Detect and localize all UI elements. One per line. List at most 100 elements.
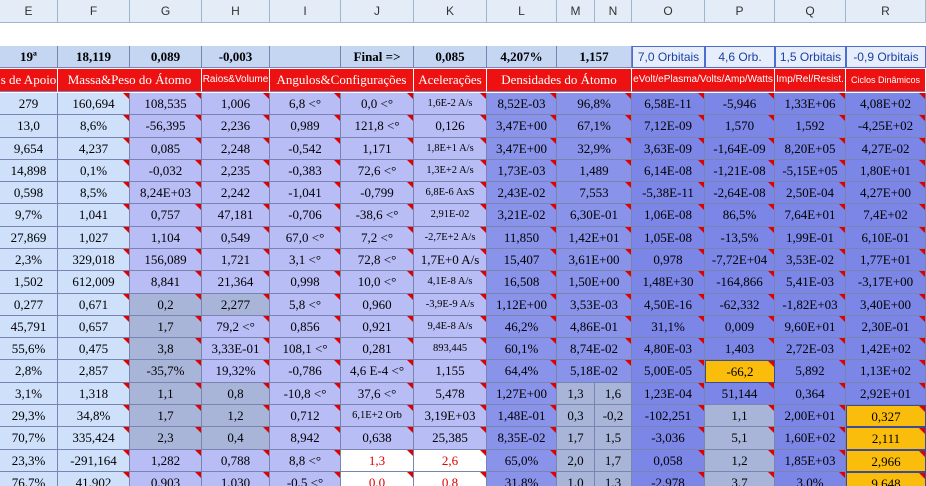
comment-indicator-icon[interactable] <box>263 360 269 366</box>
table-cell[interactable]: -5,15E+05 <box>775 160 846 182</box>
table-cell[interactable]: 2,00E+01 <box>775 405 846 427</box>
table-cell[interactable]: 1,282 <box>130 450 202 472</box>
table-cell[interactable]: 7,64E+01 <box>775 204 846 227</box>
comment-indicator-icon[interactable] <box>480 294 486 300</box>
table-cell[interactable]: 1,27E+00 <box>487 383 557 405</box>
table-cell[interactable]: 0,921 <box>341 316 414 338</box>
comment-indicator-icon[interactable] <box>334 182 340 188</box>
table-cell[interactable]: 2,857 <box>58 360 130 383</box>
comment-indicator-icon[interactable] <box>550 227 556 233</box>
column-header-k[interactable]: K <box>414 0 487 22</box>
table-cell[interactable]: 70,7% <box>0 427 58 450</box>
comment-indicator-icon[interactable] <box>698 271 704 277</box>
comment-indicator-icon[interactable] <box>550 472 556 478</box>
column-header-m[interactable]: M <box>557 0 595 22</box>
table-cell[interactable]: 0,903 <box>130 472 202 486</box>
table-cell[interactable]: 29,3% <box>0 405 58 427</box>
table-cell[interactable]: 1,80E+01 <box>846 160 926 182</box>
comment-indicator-icon[interactable] <box>839 405 845 411</box>
comment-indicator-icon[interactable] <box>407 383 413 389</box>
comment-indicator-icon[interactable] <box>625 294 631 300</box>
table-cell[interactable]: 0,657 <box>58 316 130 338</box>
comment-indicator-icon[interactable] <box>123 427 129 433</box>
table-cell[interactable]: 45,791 <box>0 316 58 338</box>
comment-indicator-icon[interactable] <box>195 160 201 166</box>
comment-indicator-icon[interactable] <box>698 360 704 366</box>
table-cell[interactable]: 0,978 <box>632 249 705 271</box>
table-cell[interactable]: -56,395 <box>130 115 202 138</box>
comment-indicator-icon[interactable] <box>768 472 774 478</box>
table-cell[interactable]: 6,8E-6 AxS <box>414 182 487 204</box>
table-cell[interactable]: -0,786 <box>270 360 341 383</box>
table-cell[interactable]: 2,6 <box>414 450 487 472</box>
comment-indicator-icon[interactable] <box>480 93 486 99</box>
section-header[interactable]: Acelerações <box>414 69 487 92</box>
table-cell[interactable]: 0,549 <box>202 227 270 249</box>
table-cell[interactable]: 0,281 <box>341 338 414 360</box>
comment-indicator-icon[interactable] <box>334 271 340 277</box>
summary-cell[interactable]: 1,157 <box>557 46 632 68</box>
comment-indicator-icon[interactable] <box>334 450 340 456</box>
table-cell[interactable]: 7,12E-09 <box>632 115 705 138</box>
comment-indicator-icon[interactable] <box>195 93 201 99</box>
table-cell[interactable]: 2,91E-02 <box>414 204 487 227</box>
summary-cell[interactable]: 19ª <box>0 46 58 68</box>
comment-indicator-icon[interactable] <box>195 138 201 144</box>
comment-indicator-icon[interactable] <box>550 360 556 366</box>
comment-indicator-icon[interactable] <box>919 360 925 366</box>
column-header-n[interactable]: N <box>595 0 632 22</box>
table-cell[interactable]: 279 <box>0 93 58 115</box>
column-header-r[interactable]: R <box>846 0 926 22</box>
table-cell[interactable]: 0,8 <box>202 383 270 405</box>
table-cell[interactable]: 329,018 <box>58 249 130 271</box>
comment-indicator-icon[interactable] <box>550 115 556 121</box>
comment-indicator-icon[interactable] <box>263 93 269 99</box>
table-cell[interactable]: 121,8 <° <box>341 115 414 138</box>
table-cell[interactable]: 0,856 <box>270 316 341 338</box>
comment-indicator-icon[interactable] <box>768 160 774 166</box>
table-cell[interactable]: 3,7 <box>705 472 775 486</box>
table-cell[interactable]: 25,385 <box>414 427 487 450</box>
table-cell[interactable]: -0,5 <° <box>270 472 341 486</box>
table-cell[interactable]: 1,8E+1 A/s <box>414 138 487 160</box>
comment-indicator-icon[interactable] <box>334 249 340 255</box>
table-cell[interactable]: 1,570 <box>705 115 775 138</box>
comment-indicator-icon[interactable] <box>550 427 556 433</box>
comment-indicator-icon[interactable] <box>698 115 704 121</box>
section-header[interactable]: Imp/Rel/Resist. <box>775 69 846 92</box>
table-cell[interactable]: 1,7E+0 A/s <box>414 249 487 271</box>
table-cell[interactable]: 1,23E-04 <box>632 383 705 405</box>
comment-indicator-icon[interactable] <box>768 271 774 277</box>
comment-indicator-icon[interactable] <box>839 450 845 456</box>
comment-indicator-icon[interactable] <box>839 294 845 300</box>
table-cell[interactable]: 41,902 <box>58 472 130 486</box>
comment-indicator-icon[interactable] <box>839 160 845 166</box>
summary-cell[interactable]: 0,085 <box>414 46 487 68</box>
table-cell[interactable]: 8,74E-02 <box>557 338 632 360</box>
comment-indicator-icon[interactable] <box>768 138 774 144</box>
table-cell[interactable]: 1,030 <box>202 472 270 486</box>
column-header-e[interactable]: E <box>0 0 58 22</box>
table-cell[interactable]: 8,20E+05 <box>775 138 846 160</box>
comment-indicator-icon[interactable] <box>263 160 269 166</box>
table-cell[interactable]: 7,2 <° <box>341 227 414 249</box>
table-cell[interactable]: 23,3% <box>0 450 58 472</box>
comment-indicator-icon[interactable] <box>334 383 340 389</box>
table-cell[interactable]: 3,63E-09 <box>632 138 705 160</box>
comment-indicator-icon[interactable] <box>195 405 201 411</box>
comment-indicator-icon[interactable] <box>480 227 486 233</box>
comment-indicator-icon[interactable] <box>919 383 925 389</box>
table-cell[interactable]: 1,2 <box>705 450 775 472</box>
comment-indicator-icon[interactable] <box>698 249 704 255</box>
table-cell[interactable]: 1,104 <box>130 227 202 249</box>
comment-indicator-icon[interactable] <box>263 271 269 277</box>
table-cell[interactable]: 0,364 <box>775 383 846 405</box>
comment-indicator-icon[interactable] <box>123 182 129 188</box>
comment-indicator-icon[interactable] <box>123 472 129 478</box>
comment-indicator-icon[interactable] <box>407 450 413 456</box>
comment-indicator-icon[interactable] <box>698 294 704 300</box>
table-cell[interactable]: 37,6 <° <box>341 383 414 405</box>
table-cell[interactable]: 5,00E-05 <box>632 360 705 383</box>
comment-indicator-icon[interactable] <box>195 227 201 233</box>
table-cell[interactable]: 9,648 <box>846 472 926 486</box>
